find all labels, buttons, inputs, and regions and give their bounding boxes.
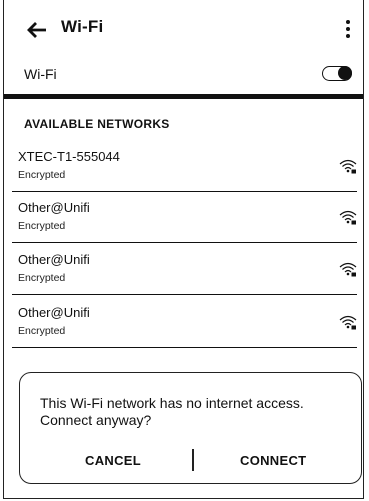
screen-frame: Wi-Fi Wi-Fi AVAILABLE NETWORKS XTEC-T1-5… <box>3 0 364 499</box>
row-divider <box>12 241 357 243</box>
row-divider <box>12 293 357 295</box>
more-options-icon[interactable] <box>343 18 353 40</box>
toggle-knob <box>338 66 352 80</box>
app-bar: Wi-Fi <box>4 0 363 58</box>
wifi-locked-icon <box>339 262 357 277</box>
network-item[interactable]: Other@Unifi Encrypted <box>4 192 363 243</box>
dialog-message: This Wi-Fi network has no internet acces… <box>40 395 304 428</box>
network-name: Other@Unifi <box>18 305 90 320</box>
network-name: XTEC-T1-555044 <box>18 149 120 164</box>
wifi-toggle-row[interactable]: Wi-Fi <box>4 60 363 92</box>
wifi-toggle-label: Wi-Fi <box>24 66 57 82</box>
network-security: Encrypted <box>18 325 66 337</box>
network-security: Encrypted <box>18 220 66 232</box>
network-name: Other@Unifi <box>18 252 90 267</box>
section-header-available-networks: AVAILABLE NETWORKS <box>24 117 170 131</box>
wifi-locked-icon <box>339 159 357 174</box>
section-divider <box>4 94 363 99</box>
wifi-locked-icon <box>339 315 357 330</box>
network-item[interactable]: Other@Unifi Encrypted <box>4 244 363 295</box>
cancel-button[interactable]: CANCEL <box>85 453 141 468</box>
row-divider <box>12 346 357 348</box>
button-divider <box>192 449 194 471</box>
back-arrow-icon[interactable] <box>26 19 48 41</box>
wifi-toggle-switch[interactable] <box>322 66 352 81</box>
network-item[interactable]: XTEC-T1-555044 Encrypted <box>4 141 363 192</box>
network-security: Encrypted <box>18 169 66 181</box>
page-title: Wi-Fi <box>61 17 104 36</box>
network-item[interactable]: Other@Unifi Encrypted <box>4 297 363 348</box>
no-internet-dialog: This Wi-Fi network has no internet acces… <box>19 372 362 484</box>
wifi-locked-icon <box>339 210 357 225</box>
network-security: Encrypted <box>18 272 66 284</box>
connect-button[interactable]: CONNECT <box>240 453 306 468</box>
network-name: Other@Unifi <box>18 200 90 215</box>
